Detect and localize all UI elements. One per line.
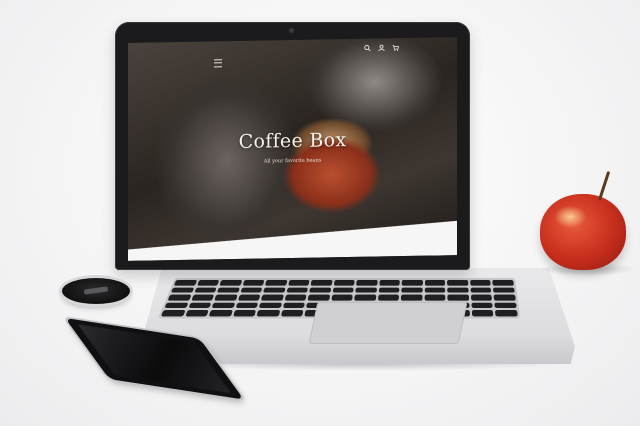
keyboard-key bbox=[219, 279, 242, 286]
keyboard-key bbox=[447, 287, 469, 293]
keyboard-key bbox=[286, 287, 309, 293]
keyboard-key bbox=[256, 310, 280, 317]
keyboard-key bbox=[187, 302, 212, 309]
keyboard-key bbox=[214, 294, 238, 301]
keyboard-key bbox=[492, 279, 514, 286]
keyboard-key bbox=[170, 287, 194, 293]
user-icon[interactable] bbox=[378, 44, 385, 52]
product-mockup-scene: Coffee Box All your favorite beans bbox=[0, 0, 640, 426]
keyboard-key bbox=[280, 310, 304, 317]
keyboard-key bbox=[424, 279, 446, 286]
keyboard-key bbox=[287, 279, 310, 286]
keyboard-key bbox=[447, 279, 469, 286]
laptop-lid: Coffee Box All your favorite beans bbox=[115, 22, 470, 270]
hero-bottom-edge bbox=[128, 215, 457, 261]
keyboard-key bbox=[424, 294, 446, 301]
keyboard-key bbox=[401, 287, 423, 293]
keyboard-key bbox=[379, 279, 401, 286]
search-icon[interactable] bbox=[364, 44, 371, 52]
apple-stem bbox=[598, 171, 611, 201]
keyboard-key bbox=[355, 287, 377, 293]
keyboard-key bbox=[258, 302, 282, 309]
keyboard-key bbox=[333, 279, 356, 286]
keyboard-key bbox=[378, 287, 400, 293]
keyboard-key bbox=[167, 294, 192, 301]
laptop-screen: Coffee Box All your favorite beans bbox=[128, 37, 457, 261]
keyboard-key bbox=[239, 287, 263, 293]
keyboard-key bbox=[471, 310, 494, 317]
keyboard-key bbox=[235, 302, 259, 309]
keyboard-key bbox=[284, 294, 307, 301]
site-nav-icons bbox=[364, 44, 399, 52]
keyboard-key bbox=[470, 294, 493, 301]
keyboard-key bbox=[260, 294, 284, 301]
keyboard-key bbox=[242, 279, 265, 286]
keyboard-key bbox=[232, 310, 257, 317]
keyboard-key bbox=[470, 279, 492, 286]
keyboard-key bbox=[377, 294, 400, 301]
keyboard-key bbox=[282, 302, 306, 309]
keyboard-key bbox=[401, 279, 423, 286]
keyboard-key bbox=[470, 287, 492, 293]
red-apple bbox=[540, 194, 626, 270]
keyboard-key bbox=[471, 302, 494, 309]
keyboard-key bbox=[173, 279, 197, 286]
keyboard-key bbox=[309, 287, 332, 293]
keyboard-key bbox=[208, 310, 233, 317]
keyboard-key bbox=[331, 294, 354, 301]
keyboard-key bbox=[190, 294, 215, 301]
keyboard-key bbox=[356, 279, 378, 286]
keyboard-key bbox=[193, 287, 217, 293]
keyboard-key bbox=[447, 294, 470, 301]
keyboard-key bbox=[307, 294, 330, 301]
laptop-trackpad bbox=[308, 302, 468, 344]
webcam-icon bbox=[289, 28, 294, 33]
keyboard-key bbox=[211, 302, 235, 309]
keyboard-key bbox=[493, 287, 515, 293]
keyboard-key bbox=[310, 279, 333, 286]
keyboard-key bbox=[332, 287, 355, 293]
hamburger-menu-icon[interactable] bbox=[214, 59, 222, 68]
keyboard-key bbox=[354, 294, 377, 301]
keyboard-key bbox=[237, 294, 261, 301]
puck-logo bbox=[83, 286, 109, 295]
keyboard-key bbox=[216, 287, 240, 293]
keyboard-key bbox=[401, 294, 423, 301]
keyboard-key bbox=[184, 310, 209, 317]
keyboard-key bbox=[164, 302, 189, 309]
keyboard-key bbox=[424, 287, 446, 293]
keyboard-key bbox=[265, 279, 288, 286]
cart-icon[interactable] bbox=[392, 44, 399, 51]
keyboard-key bbox=[493, 294, 516, 301]
keyboard-key bbox=[494, 302, 517, 309]
wireless-charger-puck bbox=[62, 278, 130, 304]
keyboard-key bbox=[263, 287, 286, 293]
keyboard-key bbox=[160, 310, 185, 317]
keyboard-key bbox=[196, 279, 220, 286]
keyboard-key bbox=[495, 310, 518, 317]
